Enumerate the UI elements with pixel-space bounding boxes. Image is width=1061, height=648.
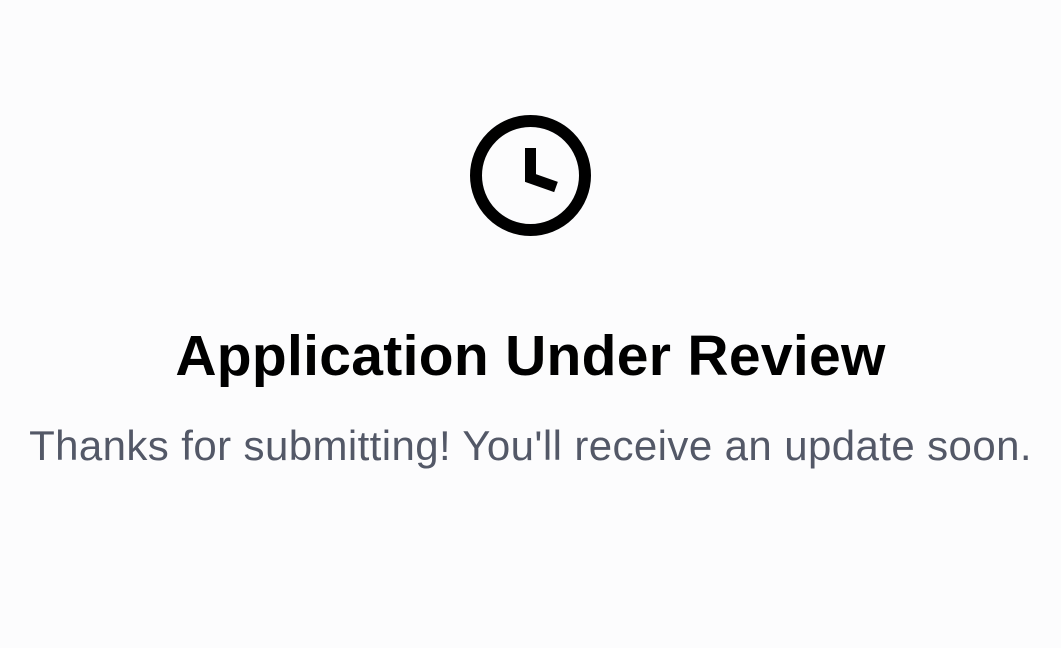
status-message: Thanks for submitting! You'll receive an… — [29, 422, 1032, 469]
page-title: Application Under Review — [175, 324, 886, 388]
clock-icon — [470, 115, 591, 236]
application-review-screen: Application Under Review Thanks for subm… — [0, 0, 1061, 648]
